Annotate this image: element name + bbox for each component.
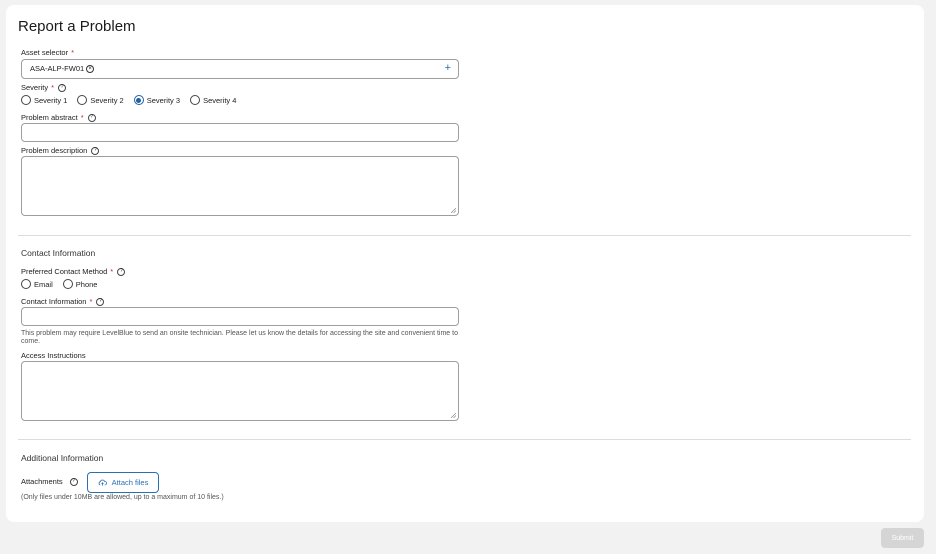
attach-files-label: Attach files bbox=[111, 478, 149, 487]
resize-handle-icon[interactable] bbox=[451, 208, 456, 213]
problem-abstract-input[interactable] bbox=[21, 123, 459, 142]
asset-selector-field[interactable]: ASA-ALP-FW01 × + bbox=[21, 59, 459, 79]
help-icon[interactable]: ? bbox=[69, 477, 78, 486]
radio-circle-selected[interactable] bbox=[133, 95, 144, 105]
required-mark: * bbox=[110, 267, 114, 276]
severity-radio-group: Severity 1 Severity 2 Severity 3 Severit… bbox=[21, 95, 246, 105]
access-instructions-label: Access Instructions bbox=[21, 351, 86, 360]
problem-description-textarea[interactable] bbox=[21, 156, 459, 216]
asset-chip: ASA-ALP-FW01 × bbox=[30, 64, 95, 73]
onsite-technician-note: This problem may require LevelBlue to se… bbox=[21, 330, 458, 345]
email-radio[interactable]: Email bbox=[21, 279, 53, 289]
help-icon[interactable]: ? bbox=[87, 113, 96, 122]
problem-description-label: Problem description ? bbox=[21, 146, 100, 155]
asset-chip-label: ASA-ALP-FW01 bbox=[30, 64, 85, 73]
severity-label: Severity * ? bbox=[21, 83, 67, 92]
required-mark: * bbox=[51, 83, 55, 92]
additional-information-heading: Additional Information bbox=[21, 453, 104, 463]
problem-abstract-label: Problem abstract * ? bbox=[21, 113, 96, 122]
help-icon[interactable]: ? bbox=[91, 146, 100, 155]
radio-circle[interactable] bbox=[77, 95, 88, 105]
access-instructions-textarea[interactable] bbox=[21, 361, 459, 421]
attach-files-button[interactable]: Attach files bbox=[87, 472, 159, 493]
severity-4-radio[interactable]: Severity 4 bbox=[190, 95, 236, 105]
asset-selector-label: Asset selector * bbox=[21, 48, 75, 57]
required-mark: * bbox=[89, 297, 93, 306]
attachment-limit-note: (Only files under 10MB are allowed, up t… bbox=[21, 494, 224, 501]
radio-circle[interactable] bbox=[190, 95, 201, 105]
phone-radio[interactable]: Phone bbox=[62, 279, 97, 289]
preferred-contact-method-label: Preferred Contact Method * ? bbox=[21, 267, 126, 276]
required-mark: * bbox=[71, 48, 75, 57]
section-divider bbox=[18, 439, 911, 440]
report-problem-form: Report a Problem Asset selector * ASA-ALP… bbox=[6, 5, 924, 522]
contact-information-input[interactable] bbox=[21, 307, 459, 326]
resize-handle-icon[interactable] bbox=[451, 413, 456, 418]
severity-1-radio[interactable]: Severity 1 bbox=[21, 95, 67, 105]
radio-circle[interactable] bbox=[21, 279, 31, 289]
add-asset-icon[interactable]: + bbox=[445, 62, 451, 74]
required-mark: * bbox=[80, 113, 84, 122]
radio-circle[interactable] bbox=[62, 279, 73, 289]
section-divider bbox=[18, 235, 911, 236]
contact-information-heading: Contact Information bbox=[21, 248, 96, 258]
cloud-upload-icon bbox=[98, 479, 107, 486]
submit-button[interactable]: Submit bbox=[881, 528, 924, 548]
radio-circle[interactable] bbox=[21, 95, 31, 105]
help-icon[interactable]: ? bbox=[96, 297, 105, 306]
severity-2-radio[interactable]: Severity 2 bbox=[77, 95, 124, 105]
attachments-label: Attachments ? bbox=[21, 477, 78, 486]
contact-method-radio-group: Email Phone bbox=[21, 279, 107, 289]
page-title: Report a Problem bbox=[18, 18, 136, 35]
help-icon[interactable]: ? bbox=[117, 267, 126, 276]
help-icon[interactable]: ? bbox=[58, 83, 67, 92]
chip-remove-icon[interactable]: × bbox=[86, 64, 95, 73]
severity-3-radio[interactable]: Severity 3 bbox=[133, 95, 180, 105]
contact-information-label: Contact Information * ? bbox=[21, 297, 105, 306]
